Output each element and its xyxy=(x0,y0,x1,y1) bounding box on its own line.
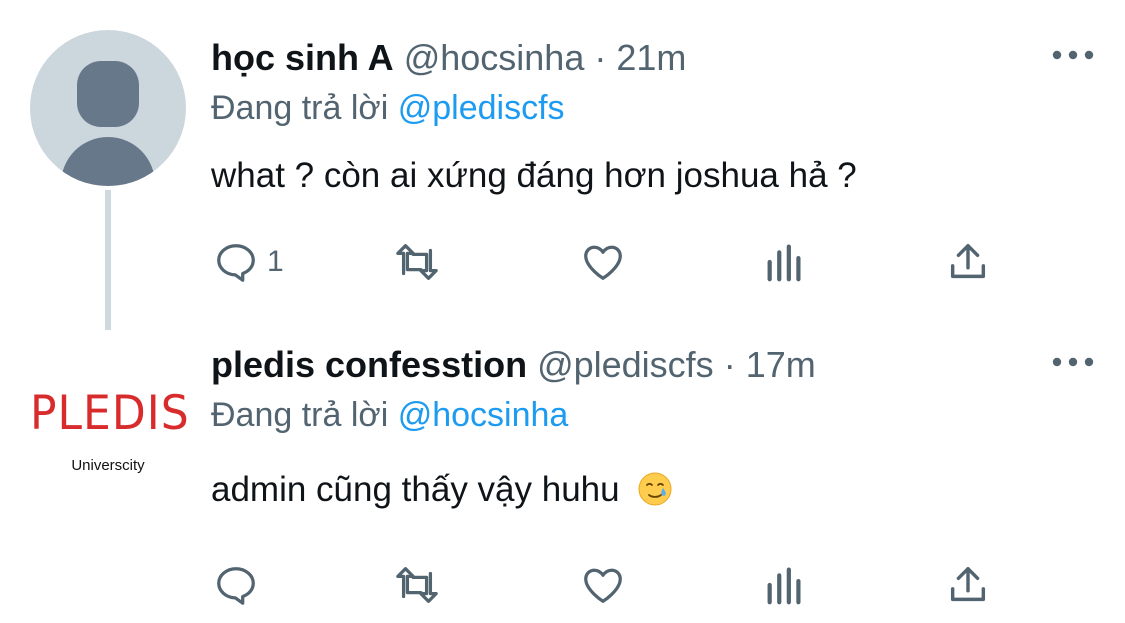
analytics-icon xyxy=(767,567,801,605)
crying-smiling-face-emoji xyxy=(638,472,672,506)
author-name[interactable]: pledis confesstion xyxy=(211,344,527,385)
reply-context: Đang trả lời @hocsinha xyxy=(211,395,568,435)
tweet-timestamp[interactable]: 21m xyxy=(616,37,686,78)
like-button[interactable] xyxy=(579,237,627,287)
more-horizontal-icon xyxy=(1052,357,1094,367)
like-button[interactable] xyxy=(579,560,627,610)
more-options-button[interactable] xyxy=(1051,352,1095,372)
more-options-button[interactable] xyxy=(1051,45,1095,65)
comment-icon xyxy=(217,244,255,282)
tweet-actions xyxy=(211,560,1011,610)
retweet-icon xyxy=(396,244,438,280)
default-profile-avatar[interactable] xyxy=(30,30,186,186)
avatar-head-shape xyxy=(77,61,139,127)
share-icon xyxy=(950,243,986,279)
separator-dot: · xyxy=(723,344,736,385)
author-handle[interactable]: @plediscfs xyxy=(537,344,714,385)
reply-prefix: Đang trả lời xyxy=(211,89,389,127)
tweet-text-body: admin cũng thấy vậy huhu xyxy=(211,470,620,509)
brand-logo-subtext: Universcity xyxy=(71,457,145,474)
reply-prefix: Đang trả lời xyxy=(211,396,389,434)
separator-dot: · xyxy=(594,37,607,78)
brand-logo-text: PLEDIS xyxy=(30,385,190,442)
views-button[interactable] xyxy=(763,560,807,610)
heart-icon xyxy=(584,568,622,603)
share-button[interactable] xyxy=(945,560,991,610)
avatar-body-shape xyxy=(61,137,155,186)
tweet-thread: học sinh A @hocsinha · 21m Đang trả lời … xyxy=(0,0,1125,623)
analytics-icon xyxy=(767,244,801,282)
reply-button[interactable]: 1 xyxy=(213,237,284,287)
heart-icon xyxy=(584,245,622,280)
more-horizontal-icon xyxy=(1052,50,1094,60)
reply-count: 1 xyxy=(267,245,284,278)
reply-mention-link[interactable]: @plediscfs xyxy=(398,89,565,127)
retweet-icon xyxy=(396,567,438,603)
author-name[interactable]: học sinh A xyxy=(211,37,394,78)
tweet-actions: 1 xyxy=(211,237,1011,287)
reply-mention-link[interactable]: @hocsinha xyxy=(398,396,569,434)
thread-connector-line xyxy=(105,190,111,330)
comment-icon xyxy=(217,567,255,605)
tweet-timestamp[interactable]: 17m xyxy=(746,344,816,385)
tweet-text: admin cũng thấy vậy huhu xyxy=(211,468,673,512)
tweet-header: pledis confesstion @plediscfs · 17m xyxy=(211,345,816,385)
pledis-logo-avatar[interactable]: PLEDIS Universcity xyxy=(30,350,190,506)
tweet[interactable]: PLEDIS Universcity pledis confesstion @p… xyxy=(0,330,1125,623)
views-button[interactable] xyxy=(763,237,807,287)
retweet-button[interactable] xyxy=(391,237,443,287)
reply-button[interactable] xyxy=(213,560,259,610)
tweet-header: học sinh A @hocsinha · 21m xyxy=(211,38,686,78)
tweet[interactable]: học sinh A @hocsinha · 21m Đang trả lời … xyxy=(0,0,1125,330)
reply-context: Đang trả lời @plediscfs xyxy=(211,88,565,128)
tweet-text: what ? còn ai xứng đáng hơn joshua hả ? xyxy=(211,156,857,195)
share-button[interactable] xyxy=(945,237,991,287)
author-handle[interactable]: @hocsinha xyxy=(404,37,585,78)
share-icon xyxy=(950,566,986,602)
retweet-button[interactable] xyxy=(391,560,443,610)
